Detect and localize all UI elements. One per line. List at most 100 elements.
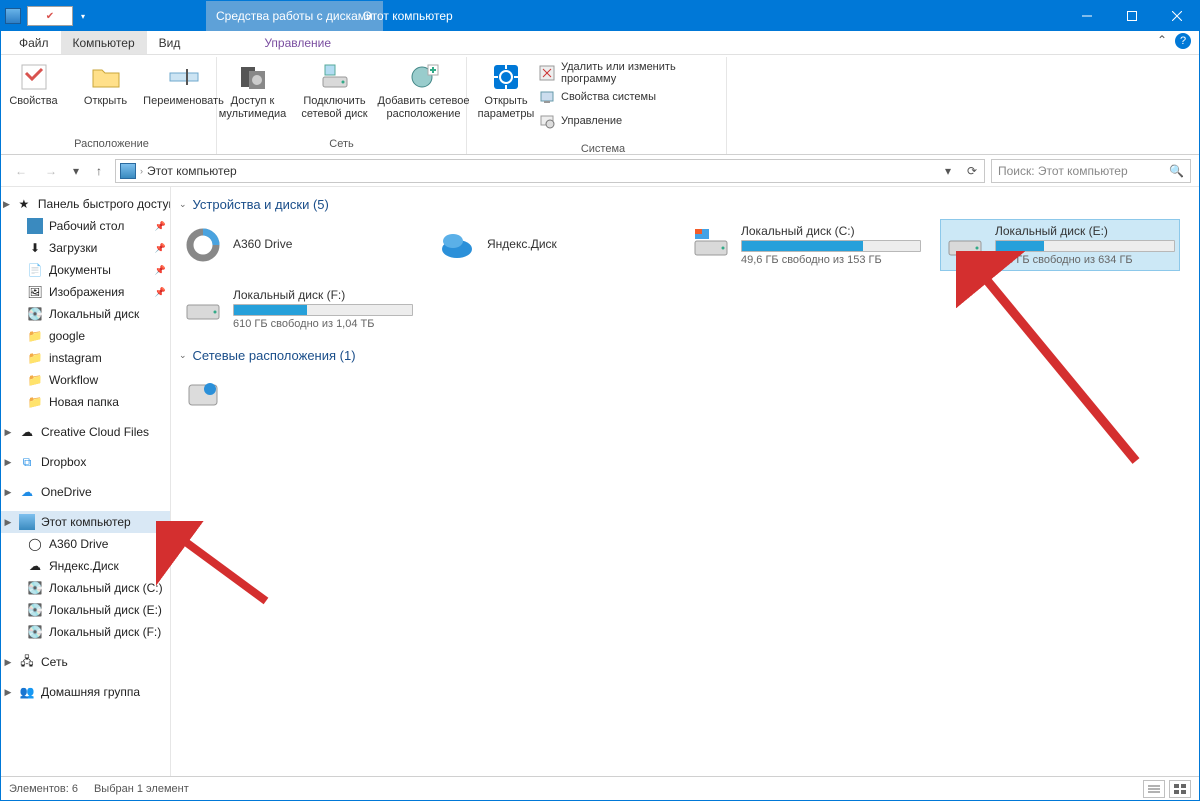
sidebar-disk-f[interactable]: 💽Локальный диск (F:) [1, 621, 170, 643]
search-input[interactable]: Поиск: Этот компьютер 🔍 [991, 159, 1191, 183]
sidebar-instagram[interactable]: 📁instagram [1, 347, 170, 369]
desktop-icon [27, 218, 43, 234]
sidebar-quick-access[interactable]: ▶★Панель быстрого доступа [1, 193, 170, 215]
search-icon: 🔍 [1169, 164, 1184, 178]
ribbon-group-network: Сеть [329, 136, 353, 154]
sidebar-dropbox[interactable]: ▶⧉Dropbox [1, 451, 170, 473]
tab-file[interactable]: Файл [7, 31, 61, 54]
ribbon-properties-button[interactable]: Свойства [0, 61, 68, 108]
pin-icon: 📌 [155, 221, 166, 232]
pc-icon [19, 514, 35, 530]
app-icon [5, 8, 21, 24]
pc-icon [120, 163, 136, 179]
properties-icon [18, 61, 50, 93]
ribbon-group-system: Система [473, 141, 733, 159]
dropbox-icon: ⧉ [19, 454, 35, 470]
sidebar-localdisk-pinned[interactable]: 💽Локальный диск [1, 303, 170, 325]
media-icon [237, 61, 269, 93]
disk-e-usage-bar [995, 240, 1175, 252]
sidebar-downloads[interactable]: ⬇Загрузки📌 [1, 237, 170, 259]
view-details-button[interactable] [1143, 780, 1165, 798]
pictures-icon: 🖼 [27, 284, 43, 300]
sidebar-a360[interactable]: ◯A360 Drive [1, 533, 170, 555]
manage-icon [539, 113, 555, 129]
disk-c-usage-bar [741, 240, 921, 252]
address-bar[interactable]: › Этот компьютер ▾ ⟳ [115, 159, 985, 183]
folder-icon: 📁 [27, 350, 43, 366]
help-icon[interactable]: ? [1175, 33, 1191, 49]
drive-c[interactable]: Локальный диск (C:) 49,6 ГБ свободно из … [687, 220, 925, 270]
ribbon-collapse-icon[interactable]: ⌃ [1157, 33, 1167, 49]
drive-e[interactable]: Локальный диск (E:) 465 ГБ свободно из 6… [941, 220, 1179, 270]
ribbon-manage-button[interactable]: Управление [539, 111, 720, 131]
qat-dropdown[interactable]: ✔ [27, 6, 73, 26]
onedrive-icon: ☁ [19, 484, 35, 500]
netloc-item[interactable] [179, 371, 417, 419]
breadcrumb-this-pc[interactable]: Этот компьютер [147, 164, 237, 178]
tab-computer[interactable]: Компьютер [61, 31, 147, 54]
minimize-button[interactable] [1064, 1, 1109, 31]
close-button[interactable] [1154, 1, 1199, 31]
sidebar-documents[interactable]: 📄Документы📌 [1, 259, 170, 281]
rename-icon [168, 61, 200, 93]
uninstall-icon [539, 65, 555, 81]
tab-view[interactable]: Вид [147, 31, 193, 54]
tab-manage[interactable]: Управление [252, 31, 343, 54]
ribbon-system-properties-button[interactable]: Свойства системы [539, 87, 720, 107]
view-tiles-button[interactable] [1169, 780, 1191, 798]
ribbon-uninstall-button[interactable]: Удалить или изменить программу [539, 63, 720, 83]
a360-icon: ◯ [27, 536, 43, 552]
search-placeholder: Поиск: Этот компьютер [998, 164, 1128, 178]
quick-access-toolbar: ✔ ▾ [5, 6, 89, 26]
group-devices-header[interactable]: ⌄Устройства и диски (5) [179, 197, 1191, 212]
nav-back-button[interactable]: ← [9, 159, 33, 183]
sidebar-newfolder[interactable]: 📁Новая папка [1, 391, 170, 413]
ribbon-media-access-button[interactable]: Доступ к мультимедиа [214, 61, 292, 120]
drive-a360[interactable]: A360 Drive [179, 220, 417, 270]
nav-tree: ▶★Панель быстрого доступа Рабочий стол📌 … [1, 187, 171, 776]
address-dropdown-icon[interactable]: ▾ [938, 161, 958, 181]
refresh-icon[interactable]: ⟳ [962, 161, 982, 181]
star-icon: ★ [16, 196, 32, 212]
sidebar-yandex[interactable]: ☁Яндекс.Диск [1, 555, 170, 577]
sidebar-pictures[interactable]: 🖼Изображения📌 [1, 281, 170, 303]
sidebar-homegroup[interactable]: ▶👥Домашняя группа [1, 681, 170, 703]
qat-customize-arrow[interactable]: ▾ [77, 12, 89, 21]
sidebar-disk-c[interactable]: 💽Локальный диск (C:) [1, 577, 170, 599]
status-selection: Выбран 1 элемент [94, 783, 189, 795]
ribbon-map-netdrive-button[interactable]: Подключить сетевой диск [296, 61, 374, 120]
drive-icon: 💽 [27, 580, 43, 596]
disk-f-usage-bar [233, 304, 413, 316]
creative-cloud-icon: ☁ [19, 424, 35, 440]
folder-icon: 📁 [27, 328, 43, 344]
drive-icon: 💽 [27, 306, 43, 322]
status-count: Элементов: 6 [9, 783, 78, 795]
maximize-button[interactable] [1109, 1, 1154, 31]
nav-up-button[interactable]: ↑ [89, 161, 109, 181]
window-title: Этот компьютер [363, 1, 453, 31]
ribbon-rename-button[interactable]: Переименовать [144, 61, 224, 108]
sidebar-creative-cloud[interactable]: ▶☁Creative Cloud Files [1, 421, 170, 443]
sidebar-network[interactable]: ▶🖧Сеть [1, 651, 170, 673]
contextual-tab-drive-tools[interactable]: Средства работы с дисками [206, 1, 383, 31]
homegroup-icon: 👥 [19, 684, 35, 700]
drive-f[interactable]: Локальный диск (F:) 610 ГБ свободно из 1… [179, 284, 417, 334]
nav-history-dropdown[interactable]: ▾ [69, 159, 83, 183]
sidebar-workflow[interactable]: 📁Workflow [1, 369, 170, 391]
sidebar-disk-e[interactable]: 💽Локальный диск (E:) [1, 599, 170, 621]
ribbon-open-settings-button[interactable]: Открыть параметры [472, 61, 540, 120]
address-bar-row: ← → ▾ ↑ › Этот компьютер ▾ ⟳ Поиск: Этот… [1, 155, 1199, 187]
content-pane: ⌄Устройства и диски (5) A360 Drive Яндек… [171, 187, 1199, 776]
group-netloc-header[interactable]: ⌄Сетевые расположения (1) [179, 348, 1191, 363]
drive-yandex[interactable]: Яндекс.Диск [433, 220, 671, 270]
ribbon-open-button[interactable]: Открыть [72, 61, 140, 108]
ribbon-tabs: Файл Компьютер Вид Управление ⌃ ? [1, 31, 1199, 55]
titlebar: ✔ ▾ Средства работы с дисками Этот компь… [1, 1, 1199, 31]
sidebar-google[interactable]: 📁google [1, 325, 170, 347]
ribbon-add-netloc-button[interactable]: Добавить сетевое расположение [378, 61, 470, 120]
nav-forward-button[interactable]: → [39, 159, 63, 183]
sidebar-desktop[interactable]: Рабочий стол📌 [1, 215, 170, 237]
sidebar-this-pc[interactable]: ▶Этот компьютер [1, 511, 170, 533]
sidebar-onedrive[interactable]: ▶☁OneDrive [1, 481, 170, 503]
network-icon: 🖧 [19, 654, 35, 670]
